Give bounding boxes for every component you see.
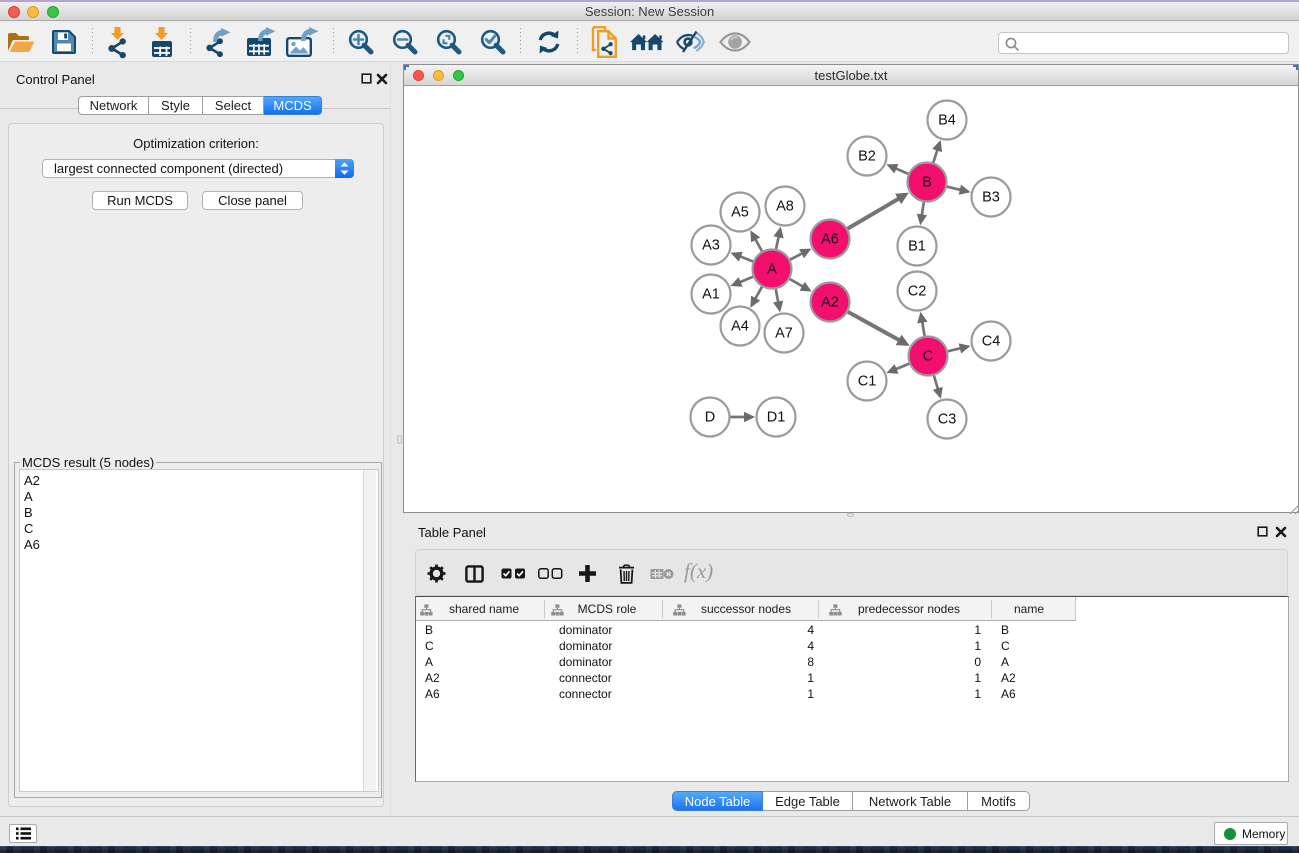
svg-text:A7: A7 [775, 326, 793, 342]
svg-text:A8: A8 [776, 199, 794, 215]
svg-text:A4: A4 [731, 319, 749, 335]
svg-text:B1: B1 [908, 239, 926, 255]
svg-text:B2: B2 [858, 149, 876, 165]
svg-text:A6: A6 [821, 232, 839, 248]
svg-text:C4: C4 [982, 334, 1001, 350]
svg-text:A5: A5 [731, 205, 749, 221]
svg-text:C1: C1 [858, 374, 877, 390]
svg-text:A3: A3 [702, 238, 720, 254]
svg-text:C2: C2 [908, 284, 927, 300]
svg-text:C3: C3 [938, 412, 957, 428]
svg-text:B3: B3 [982, 190, 1000, 206]
svg-text:B4: B4 [938, 113, 956, 129]
svg-text:C: C [923, 349, 933, 365]
svg-text:A: A [767, 262, 777, 278]
svg-text:D: D [705, 410, 715, 426]
svg-text:A2: A2 [821, 295, 839, 311]
svg-text:A1: A1 [702, 287, 720, 303]
svg-text:B: B [922, 175, 932, 191]
svg-text:D1: D1 [767, 410, 786, 426]
